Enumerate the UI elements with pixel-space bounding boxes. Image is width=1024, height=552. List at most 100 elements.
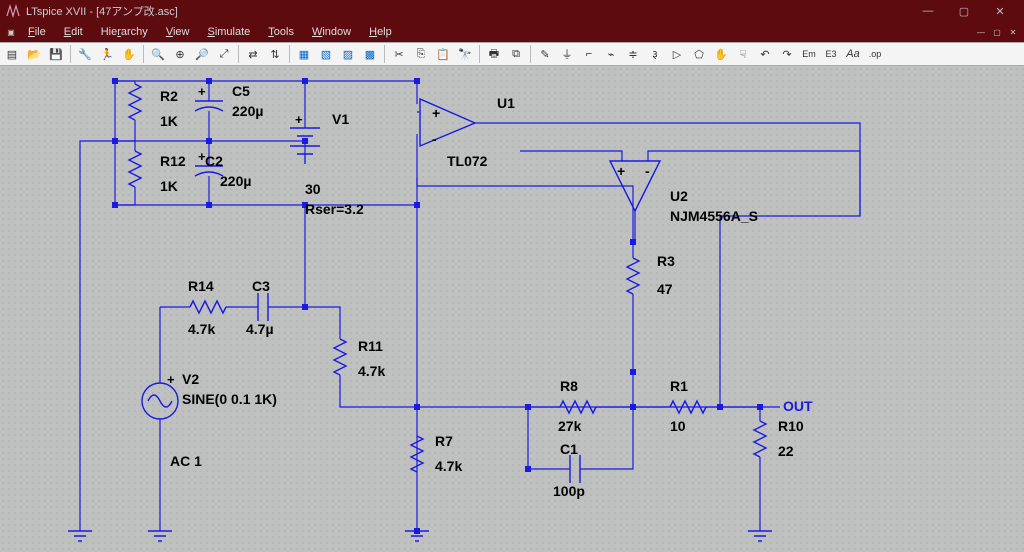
menu-tools[interactable]: Tools — [260, 24, 302, 40]
r1-value: 10 — [670, 418, 686, 434]
print-icon[interactable]: 🖶 — [484, 44, 504, 64]
control-panel-icon[interactable]: 🔧 — [75, 44, 95, 64]
ground-icon[interactable]: ⏚ — [557, 44, 577, 64]
r14-value: 4.7k — [188, 321, 215, 337]
c1-value: 100p — [553, 483, 585, 499]
c1-label: C1 — [560, 441, 578, 457]
r2-label: R2 — [160, 88, 178, 104]
minimize-button[interactable]: — — [910, 0, 946, 22]
close-button[interactable]: ✕ — [982, 0, 1018, 22]
u2-label: U2 — [670, 188, 688, 204]
toggle-icon[interactable]: ⇅ — [265, 44, 285, 64]
print-setup-icon[interactable]: ⧉ — [506, 44, 526, 64]
menu-hierarchy[interactable]: Hierarchy — [93, 24, 156, 40]
undo-icon[interactable]: ↶ — [755, 44, 775, 64]
tile-icon[interactable]: ▦ — [294, 44, 314, 64]
r2-value: 1K — [160, 113, 178, 129]
ac1-label: AC 1 — [170, 453, 202, 469]
c2-label: C2 — [205, 153, 223, 169]
svg-text:-: - — [645, 163, 650, 179]
menu-view[interactable]: View — [158, 24, 198, 40]
u1-label: U1 — [497, 95, 515, 111]
diode-icon[interactable]: ▷ — [667, 44, 687, 64]
toolbar: ▤ 📂 💾 🔧 🏃 ✋ 🔍 ⊕ 🔎 ⤢ ⇄ ⇅ ▦ ▧ ▨ ▩ ✂ ⎘ 📋 🔭 … — [0, 42, 1024, 66]
c3-value: 4.7µ — [246, 321, 274, 337]
svg-text:+: + — [167, 372, 175, 387]
menubar: ▣ FFileile Edit Hierarchy View Simulate … — [0, 22, 1024, 42]
v1-v1: 30 — [305, 181, 321, 197]
r7-label: R7 — [435, 433, 453, 449]
menu-simulate[interactable]: Simulate — [199, 24, 258, 40]
window-title: LTspice XVII - [47アンプ改.asc] — [26, 3, 178, 19]
r8-label: R8 — [560, 378, 578, 394]
halt-icon[interactable]: ✋ — [119, 44, 139, 64]
find-icon[interactable]: 🔭 — [455, 44, 475, 64]
r7-value: 4.7k — [435, 458, 462, 474]
new-schematic-icon[interactable]: ▤ — [2, 44, 22, 64]
copy-icon[interactable]: ⎘ — [411, 44, 431, 64]
schematic-canvas[interactable]: + - U1 TL072 + - U2 NJM4556A_S R3 47 — [0, 66, 1024, 552]
c5-value: 220µ — [232, 103, 263, 119]
menu-edit[interactable]: Edit — [56, 24, 91, 40]
maximize-button[interactable]: ▢ — [946, 0, 982, 22]
mirror-icon[interactable]: E3 — [821, 44, 841, 64]
redo-icon[interactable]: ↷ — [777, 44, 797, 64]
open-icon[interactable]: 📂 — [24, 44, 44, 64]
c2-value: 220µ — [220, 173, 251, 189]
tile2-icon[interactable]: ▧ — [316, 44, 336, 64]
tile4-icon[interactable]: ▩ — [360, 44, 380, 64]
zoom-in-icon[interactable]: 🔍 — [148, 44, 168, 64]
v1-v2: Rser=3.2 — [305, 201, 364, 217]
text-icon[interactable]: Aa — [843, 44, 863, 64]
r8-value: 27k — [558, 418, 582, 434]
rotate-icon[interactable]: Em — [799, 44, 819, 64]
r10-label: R10 — [778, 418, 804, 434]
r3-value: 47 — [657, 281, 673, 297]
r10-value: 22 — [778, 443, 794, 459]
u1-model: TL072 — [447, 153, 488, 169]
zoom-fit-icon[interactable]: ⤢ — [214, 44, 234, 64]
move-icon[interactable]: ✋ — [711, 44, 731, 64]
app-window: LTspice XVII - [47アンプ改.asc] — ▢ ✕ ▣ FFil… — [0, 0, 1024, 552]
c5-label: C5 — [232, 83, 250, 99]
cut-icon[interactable]: ✂ — [389, 44, 409, 64]
mdi-max[interactable]: ▢ — [990, 25, 1004, 39]
mdi-icon[interactable]: ▣ — [4, 25, 18, 39]
v2-label: V2 — [182, 371, 199, 387]
autorange-icon[interactable]: ⇄ — [243, 44, 263, 64]
inductor-icon[interactable]: ३ — [645, 44, 665, 64]
component-icon[interactable]: ⬠ — [689, 44, 709, 64]
drag-icon[interactable]: ☟ — [733, 44, 753, 64]
r14-label: R14 — [188, 278, 214, 294]
pan-icon[interactable]: ⊕ — [170, 44, 190, 64]
run-icon[interactable]: 🏃 — [97, 44, 117, 64]
svg-text:+: + — [295, 112, 303, 127]
spice-icon[interactable]: .op — [865, 44, 885, 64]
menu-help[interactable]: Help — [361, 24, 400, 40]
u2-model: NJM4556A_S — [670, 208, 758, 224]
window-controls: — ▢ ✕ — [910, 0, 1018, 22]
tile3-icon[interactable]: ▨ — [338, 44, 358, 64]
mdi-min[interactable]: — — [974, 25, 988, 39]
label-icon[interactable]: ⌐ — [579, 44, 599, 64]
save-icon[interactable]: 💾 — [46, 44, 66, 64]
wire-icon[interactable]: ✎ — [535, 44, 555, 64]
mdi-close[interactable]: ✕ — [1006, 25, 1020, 39]
svg-text:+: + — [617, 163, 625, 179]
menu-file[interactable]: FFileile — [20, 24, 54, 40]
capacitor-icon[interactable]: ≑ — [623, 44, 643, 64]
resistor-icon[interactable]: ⌁ — [601, 44, 621, 64]
menu-window[interactable]: Window — [304, 24, 359, 40]
zoom-out-icon[interactable]: 🔎 — [192, 44, 212, 64]
r1-label: R1 — [670, 378, 688, 394]
r3-label: R3 — [657, 253, 675, 269]
svg-text:+: + — [198, 84, 206, 99]
app-icon — [6, 4, 20, 18]
paste-icon[interactable]: 📋 — [433, 44, 453, 64]
svg-text:-: - — [432, 131, 437, 147]
r12-label: R12 — [160, 153, 186, 169]
c3-label: C3 — [252, 278, 270, 294]
r12-value: 1K — [160, 178, 178, 194]
svg-text:+: + — [432, 105, 440, 121]
r11-label: R11 — [358, 338, 383, 354]
